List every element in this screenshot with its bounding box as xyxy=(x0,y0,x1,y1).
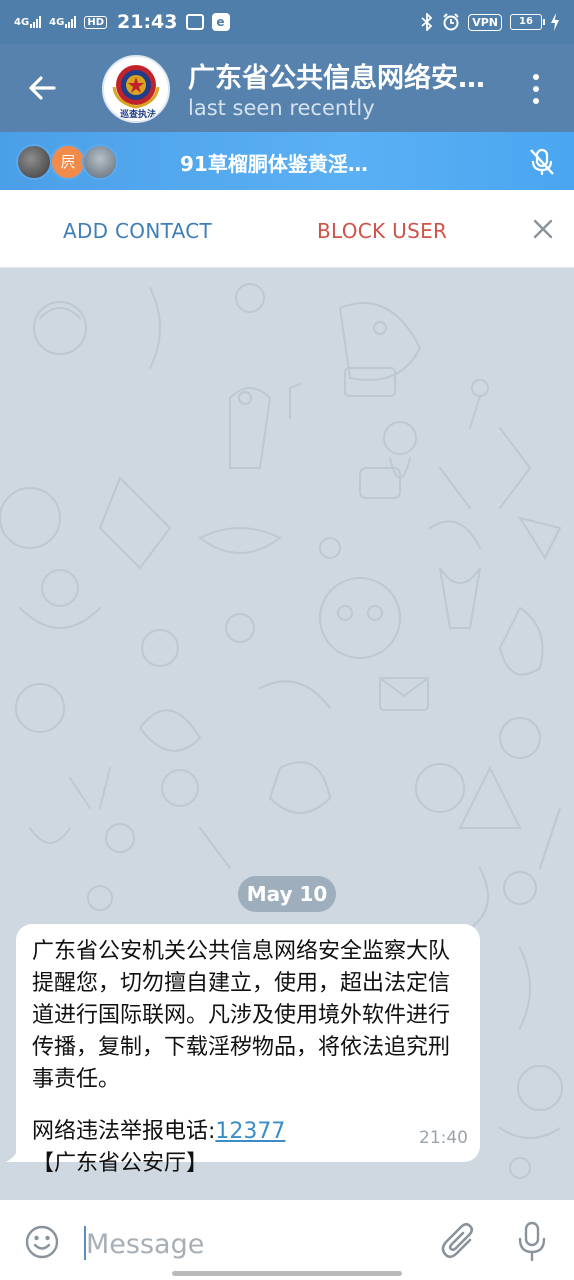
message-time: 21:40 xyxy=(419,1128,468,1148)
hd-badge: HD xyxy=(84,15,108,29)
message-text: 广东省公安机关公共信息网络安全监察大队提醒您，切勿擅自建立，使用，超出法定信道进… xyxy=(32,939,451,1092)
chat-header: 巡查执法 广东省公共信息网络安… last seen recently xyxy=(0,44,574,132)
voice-chat-title[interactable]: 91草榴胴体鉴黄淫… xyxy=(180,148,368,177)
charging-icon xyxy=(551,13,559,31)
report-phone-link[interactable]: 12377 xyxy=(215,1119,285,1144)
report-line: 网络违法举报电话:12377 xyxy=(32,1116,464,1148)
chat-area[interactable]: May 10 广东省公安机关公共信息网络安全监察大队提醒您，切勿擅自建立，使用，… xyxy=(0,268,574,1200)
gesture-navigation-bar[interactable] xyxy=(172,1271,402,1276)
report-label: 网络违法举报电话: xyxy=(32,1119,216,1144)
status-left: 4G 4G HD 21:43 e xyxy=(14,11,230,33)
message-input[interactable] xyxy=(86,1224,416,1264)
notification-icon xyxy=(185,14,204,30)
voice-participant-avatar xyxy=(82,144,118,180)
bluetooth-icon xyxy=(421,13,433,31)
emoji-icon[interactable] xyxy=(24,1224,60,1260)
voice-participant-avatar xyxy=(16,144,52,180)
attach-icon[interactable] xyxy=(440,1222,478,1262)
chat-avatar[interactable]: 巡查执法 xyxy=(102,55,170,123)
app-badge-icon: e xyxy=(211,13,230,31)
alarm-icon xyxy=(443,13,459,31)
add-contact-button[interactable]: ADD CONTACT xyxy=(63,219,212,243)
status-time: 21:43 xyxy=(117,11,178,33)
signal-bars-icon xyxy=(65,16,77,28)
network-type-2: 4G xyxy=(49,17,65,28)
vpn-badge: VPN xyxy=(468,13,502,31)
network-type-1: 4G xyxy=(14,17,30,28)
network-indicator-1: 4G xyxy=(14,16,42,28)
back-arrow-icon[interactable] xyxy=(22,68,62,108)
signal-bars-icon xyxy=(30,16,42,28)
voice-chat-bar[interactable]: 屄 91草榴胴体鉴黄淫… xyxy=(0,132,574,190)
more-vertical-icon[interactable] xyxy=(522,72,550,106)
chat-title[interactable]: 广东省公共信息网络安… xyxy=(188,56,508,95)
voice-participant-avatar: 屄 xyxy=(50,144,86,180)
avatar-caption: 巡查执法 xyxy=(119,110,156,120)
status-right: VPN 16 xyxy=(420,13,560,31)
battery-level: 16 xyxy=(519,16,533,27)
network-indicator-2: 4G xyxy=(49,16,77,28)
chat-status: last seen recently xyxy=(188,96,375,120)
close-icon[interactable] xyxy=(528,214,558,244)
message-signature: 【广东省公安厅】 xyxy=(32,1151,209,1176)
status-bar: 4G 4G HD 21:43 e VPN 16 xyxy=(0,0,574,44)
date-chip: May 10 xyxy=(238,876,336,912)
contact-action-bar: ADD CONTACT BLOCK USER xyxy=(0,190,574,268)
microphone-icon[interactable] xyxy=(514,1220,550,1262)
message-bubble[interactable]: 广东省公安机关公共信息网络安全监察大队提醒您，切勿擅自建立，使用，超出法定信道进… xyxy=(16,924,480,1176)
block-user-button[interactable]: BLOCK USER xyxy=(317,219,447,243)
battery-icon: 16 xyxy=(510,14,545,30)
mic-off-icon[interactable] xyxy=(526,146,558,178)
message-composer xyxy=(0,1200,574,1280)
